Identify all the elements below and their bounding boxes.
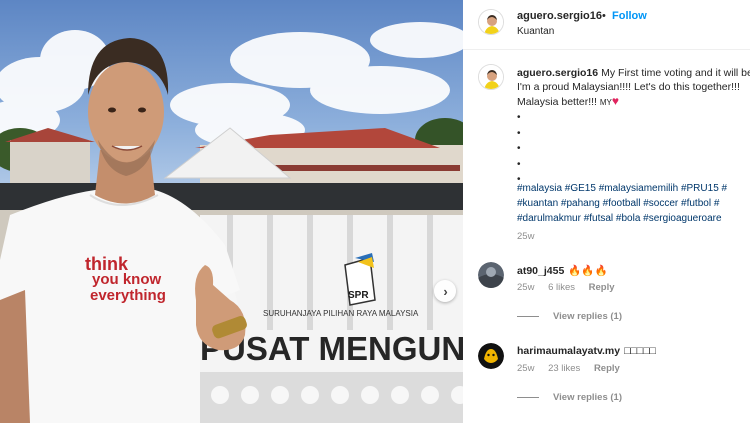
reply-button[interactable]: Reply: [594, 363, 620, 374]
comment-username[interactable]: harimaumalayatv.my □□□□□: [517, 345, 656, 357]
caption-text-2: I'm a proud Malaysian!!!! Let's do this …: [517, 81, 740, 93]
comment-likes[interactable]: 23 likes: [548, 363, 580, 374]
post-details-panel: aguero.sergio16 • Follow Kuantan aguero.…: [463, 0, 750, 423]
comment-text: 🔥🔥🔥: [568, 265, 608, 277]
avatar-image: [478, 343, 504, 369]
comment-meta: 25w 6 likes Reply: [517, 282, 626, 293]
comment-time[interactable]: 25w: [517, 363, 534, 374]
header-separator: •: [602, 10, 606, 22]
post-header: aguero.sergio16 • Follow Kuantan: [463, 0, 750, 50]
post-photo[interactable]: SPR SURUHANJAYA PILIHAN RAYA MALAYSIA PU…: [0, 0, 463, 423]
comment-avatar[interactable]: [478, 262, 504, 288]
photo-scene: SPR SURUHANJAYA PILIHAN RAYA MALAYSIA PU…: [0, 22, 463, 423]
comment-username[interactable]: at90_j455 🔥🔥🔥: [517, 264, 608, 277]
location-link[interactable]: Kuantan: [517, 26, 554, 37]
comment-item: at90_j455 🔥🔥🔥 25w 6 likes Reply View repl…: [463, 262, 750, 332]
follow-button[interactable]: Follow: [612, 10, 647, 22]
hashtag-line[interactable]: #darulmakmur #futsal #bola #sergioaguero…: [517, 211, 750, 226]
bullet: •: [517, 112, 521, 123]
chevron-right-icon: ›: [443, 283, 448, 299]
divider: [517, 316, 539, 317]
shirt-print-line3: everything: [90, 287, 166, 304]
caption-line-1: aguero.sergio16 My First time voting and …: [517, 66, 750, 80]
view-replies-label[interactable]: View replies (1): [553, 311, 622, 322]
caption-avatar[interactable]: [478, 64, 504, 90]
banner-subtitle: SURUHANJAYA PILIHAN RAYA MALAYSIA: [263, 309, 419, 318]
post-caption: aguero.sergio16 My First time voting and …: [517, 66, 750, 110]
bullet: •: [517, 143, 521, 154]
comment-user[interactable]: at90_j455: [517, 265, 564, 277]
view-replies-button[interactable]: View replies (1): [517, 311, 622, 322]
comment-avatar[interactable]: [478, 343, 504, 369]
caption-line-3: Malaysia better!!! MY♥: [517, 94, 750, 110]
avatar-image: [479, 65, 503, 89]
caption-text-1: My First time voting and it will be: [601, 67, 750, 79]
bullet: •: [517, 127, 521, 139]
hashtag-line[interactable]: #malaysia #GE15 #malaysiamemilih #PRU15 …: [517, 181, 750, 196]
divider: [517, 397, 539, 398]
bullet: •: [517, 158, 521, 170]
caption-timestamp[interactable]: 25w: [517, 231, 534, 242]
heart-icon: ♥: [611, 94, 619, 108]
comment-time[interactable]: 25w: [517, 282, 534, 293]
avatar[interactable]: [478, 9, 504, 35]
spr-logo-text: SPR: [348, 290, 369, 301]
shirt-print-line2: you know: [92, 271, 162, 288]
header-username[interactable]: aguero.sergio16: [517, 10, 602, 22]
avatar-image: [479, 10, 503, 34]
caption-bullets: • • • • •: [517, 110, 521, 188]
comment-likes[interactable]: 6 likes: [548, 282, 575, 293]
caption-text-3: Malaysia better!!!: [517, 96, 597, 108]
reply-button[interactable]: Reply: [589, 282, 615, 293]
caption-username[interactable]: aguero.sergio16: [517, 67, 598, 79]
comment-item: harimaumalayatv.my □□□□□ 25w 23 likes Rep…: [463, 343, 750, 413]
comment-user[interactable]: harimaumalayatv.my: [517, 345, 620, 357]
view-replies-button[interactable]: View replies (1): [517, 392, 622, 403]
avatar-image: [478, 262, 504, 288]
comment-text: □□□□□: [624, 345, 656, 357]
hashtags[interactable]: #malaysia #GE15 #malaysiamemilih #PRU15 …: [517, 181, 750, 226]
view-replies-label[interactable]: View replies (1): [553, 392, 622, 403]
hashtag-line[interactable]: #kuantan #pahang #football #soccer #futb…: [517, 196, 750, 211]
comment-meta: 25w 23 likes Reply: [517, 363, 631, 374]
caption-flag-text: MY: [599, 98, 612, 107]
next-photo-button[interactable]: ›: [434, 280, 456, 302]
